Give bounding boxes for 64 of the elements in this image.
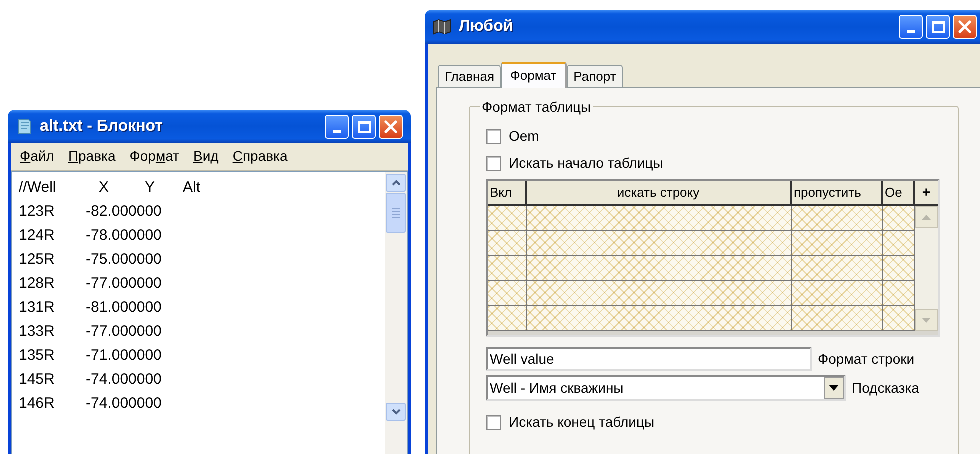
notepad-icon: [16, 118, 34, 136]
map-icon: [433, 19, 453, 35]
checkbox[interactable]: [486, 414, 501, 430]
column-header: Oe: [883, 181, 915, 204]
minimize-button[interactable]: [325, 114, 349, 138]
maximize-button[interactable]: [352, 114, 376, 138]
altitude-value: -71.000000: [86, 346, 162, 366]
down-arrow-icon: [922, 318, 931, 322]
well-name: 146R: [19, 394, 56, 414]
minimize-button[interactable]: [899, 15, 923, 39]
tab[interactable]: Формат: [501, 62, 567, 88]
column-header: искать строку: [527, 181, 792, 204]
altitude-value: -74.000000: [86, 394, 162, 414]
well-name: 145R: [19, 370, 56, 390]
close-icon: [384, 120, 398, 134]
column-header: Вкл: [488, 181, 527, 204]
scroll-up-button[interactable]: [386, 174, 406, 192]
altitude-value: -81.000000: [86, 298, 162, 318]
field-label: Формат строки: [818, 350, 915, 369]
window-title: Любой: [459, 17, 514, 37]
menu-item[interactable]: Файл: [15, 146, 60, 167]
menu-item[interactable]: Правка: [63, 146, 121, 167]
dropdown-arrow-icon: [829, 385, 839, 391]
text-line-cell-text: //Well: [19, 178, 58, 198]
menu-item[interactable]: Формат: [124, 146, 184, 167]
scroll-down-button[interactable]: [386, 403, 406, 421]
scroll-thumb[interactable]: [386, 193, 406, 233]
well-name: 135R: [19, 346, 56, 366]
text-line-cell-text: Y: [145, 178, 156, 198]
altitude-value: -82.000000: [86, 202, 162, 222]
close-button[interactable]: [379, 114, 403, 138]
menu-item[interactable]: Вид: [188, 146, 224, 167]
well-name: 131R: [19, 298, 56, 318]
window-title: alt.txt - Блокнот: [40, 116, 163, 136]
tab[interactable]: Главная: [438, 65, 502, 87]
text-line-cell-text: X: [99, 178, 110, 198]
text-line-cell-text: Alt: [183, 178, 202, 198]
scrollbar[interactable]: [385, 172, 407, 454]
well-name: 123R: [19, 202, 56, 222]
column-header: пропустить: [792, 181, 883, 204]
maximize-button[interactable]: [926, 15, 950, 39]
altitude-value: -77.000000: [86, 274, 162, 294]
up-arrow-icon: [922, 214, 931, 220]
menu-item[interactable]: Справка: [228, 146, 293, 167]
altitude-value: -78.000000: [86, 226, 162, 246]
checkbox[interactable]: [486, 128, 501, 144]
altitude-value: -74.000000: [86, 370, 162, 390]
checkbox[interactable]: [486, 156, 501, 170]
well-name: 128R: [19, 274, 56, 294]
well-name: 125R: [19, 250, 56, 270]
checkbox-label: Искать начало таблицы: [509, 154, 664, 173]
tab[interactable]: Рапорт: [566, 65, 624, 87]
format-field[interactable]: Well value: [486, 347, 812, 371]
well-name: 133R: [19, 322, 56, 342]
close-button[interactable]: [953, 15, 977, 39]
checkbox-label: Искать конец таблицы: [509, 412, 655, 432]
close-icon: [958, 20, 972, 34]
checkbox-label: Оem: [509, 126, 540, 146]
altitude-value: -77.000000: [86, 322, 162, 342]
well-name: 124R: [19, 226, 56, 246]
altitude-value: -75.000000: [86, 250, 162, 270]
hint-dropdown[interactable]: Well - Имя скважины: [486, 375, 846, 401]
add-column-button[interactable]: +: [915, 181, 938, 204]
field-label: Подсказка: [852, 378, 920, 398]
